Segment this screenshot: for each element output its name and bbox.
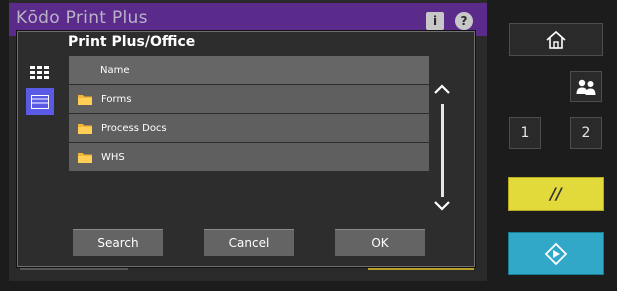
folder-icon bbox=[78, 123, 92, 134]
clear-button[interactable]: // bbox=[508, 177, 604, 211]
list-item-label: WHS bbox=[101, 151, 125, 163]
key-two-button[interactable]: 2 bbox=[570, 117, 602, 149]
start-icon bbox=[544, 242, 568, 265]
ok-button[interactable]: OK bbox=[335, 229, 425, 256]
file-list: Name Forms Process Docs WHS bbox=[69, 56, 429, 172]
info-icon[interactable]: i bbox=[426, 12, 444, 30]
chevron-up-icon bbox=[434, 84, 450, 94]
user-switch-button[interactable] bbox=[570, 71, 602, 102]
key-one-button[interactable]: 1 bbox=[509, 117, 541, 149]
list-item-label: Process Docs bbox=[101, 122, 167, 134]
home-icon bbox=[546, 30, 566, 49]
scroll-down-button[interactable] bbox=[431, 195, 453, 217]
list-item[interactable]: Forms bbox=[69, 85, 429, 114]
dialog-title: Print Plus/Office bbox=[68, 34, 196, 50]
column-header-name: Name bbox=[100, 64, 130, 76]
list-item[interactable]: WHS bbox=[69, 143, 429, 172]
app-title: Kōdo Print Plus bbox=[16, 8, 148, 28]
scroll-up-button[interactable] bbox=[431, 78, 453, 100]
grid-icon bbox=[30, 65, 49, 79]
grid-view-button[interactable] bbox=[26, 60, 54, 85]
folder-icon bbox=[78, 152, 92, 163]
start-button[interactable] bbox=[508, 232, 604, 275]
list-view-button[interactable] bbox=[26, 88, 54, 115]
chevron-down-icon bbox=[434, 201, 450, 211]
folder-icon bbox=[78, 94, 92, 105]
list-icon bbox=[31, 94, 49, 109]
cancel-button[interactable]: Cancel bbox=[204, 229, 294, 256]
help-icon[interactable]: ? bbox=[455, 12, 473, 30]
list-item[interactable]: Process Docs bbox=[69, 114, 429, 143]
scrollbar[interactable] bbox=[441, 104, 444, 197]
list-item-label: Forms bbox=[101, 93, 132, 105]
folder-browser-dialog: Print Plus/Office Name Forms Process Doc… bbox=[17, 31, 475, 267]
user-switch-icon bbox=[576, 79, 596, 95]
search-button[interactable]: Search bbox=[73, 229, 163, 256]
list-header: Name bbox=[69, 56, 429, 85]
home-button[interactable] bbox=[509, 23, 603, 56]
